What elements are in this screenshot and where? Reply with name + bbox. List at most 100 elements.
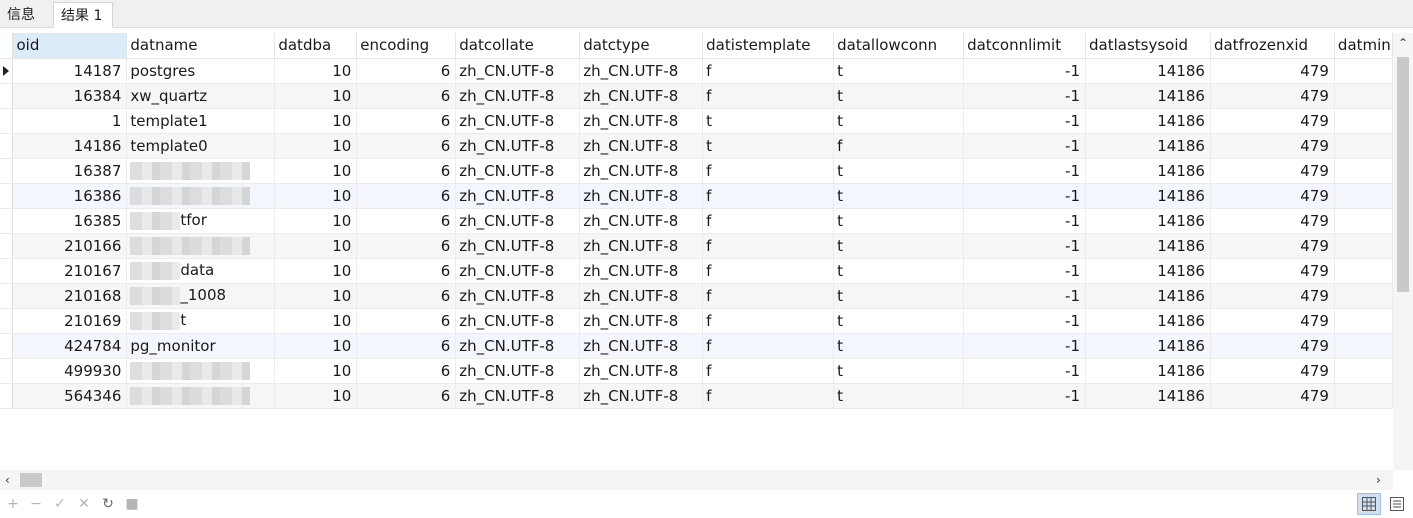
cell-datdba[interactable]: 10 [274, 333, 358, 359]
column-header-encoding[interactable]: encoding [356, 33, 457, 59]
table-row[interactable]: 16385 tfor 10 6 zh_CN.UTF-8 zh_CN.UTF-8 f t -1 14… [0, 208, 1393, 234]
cell-datallowconn[interactable]: t [833, 258, 965, 284]
column-header-datmin[interactable]: datmin [1334, 33, 1393, 59]
cell-datname[interactable] [126, 358, 276, 384]
cell-datconnlimit[interactable]: -1 [963, 183, 1087, 209]
cell-datallowconn[interactable]: t [833, 333, 965, 359]
cell-encoding[interactable]: 6 [356, 383, 457, 409]
cell-datctype[interactable]: zh_CN.UTF-8 [579, 258, 704, 284]
cell-datistemplate[interactable]: f [702, 208, 835, 234]
cell-datdba[interactable]: 10 [274, 83, 358, 109]
cell-encoding[interactable]: 6 [356, 133, 457, 159]
cell-datconnlimit[interactable]: -1 [963, 333, 1087, 359]
remove-icon[interactable]: − [28, 496, 44, 512]
cell-datname[interactable]: template1 [126, 108, 276, 134]
chevron-left-icon[interactable]: ‹ [5, 474, 10, 486]
column-header-datdba[interactable]: datdba [274, 33, 358, 59]
cell-encoding[interactable]: 6 [356, 233, 457, 259]
cell-datcollate[interactable]: zh_CN.UTF-8 [455, 183, 581, 209]
cell-datfrozenxid[interactable]: 479 [1210, 58, 1335, 84]
cell-datlastsysoid[interactable]: 14186 [1085, 233, 1211, 259]
row-header[interactable] [0, 58, 14, 84]
cell-datfrozenxid[interactable]: 479 [1210, 208, 1335, 234]
column-header-datfrozenxid[interactable]: datfrozenxid [1210, 33, 1335, 59]
cell-datctype[interactable]: zh_CN.UTF-8 [579, 83, 704, 109]
cell-datname[interactable]: postgres [126, 58, 276, 84]
cell-oid[interactable]: 16385 [12, 208, 128, 234]
column-header-datistemplate[interactable]: datistemplate [702, 33, 835, 59]
cell-datcollate[interactable]: zh_CN.UTF-8 [455, 333, 581, 359]
cell-datfrozenxid[interactable]: 479 [1210, 133, 1335, 159]
table-row[interactable]: 16387 10 6 zh_CN.UTF-8 zh_CN.UTF-8 f t -1 14186 4… [0, 158, 1393, 184]
cell-datdba[interactable]: 10 [274, 383, 358, 409]
cell-oid[interactable]: 1 [12, 108, 128, 134]
row-header[interactable] [0, 333, 14, 359]
cell-datcollate[interactable]: zh_CN.UTF-8 [455, 158, 581, 184]
vertical-scrollbar[interactable]: ⌃ [1393, 33, 1413, 470]
column-header-datcollate[interactable]: datcollate [455, 33, 581, 59]
column-header-datlastsysoid[interactable]: datlastsysoid [1085, 33, 1211, 59]
table-row[interactable]: 210167 data 10 6 zh_CN.UTF-8 zh_CN.UTF-8 f t -1 1… [0, 258, 1393, 284]
table-row[interactable]: 1 template1 10 6 zh_CN.UTF-8 zh_CN.UTF-8 t t -1 1… [0, 108, 1393, 134]
cell-datname[interactable]: template0 [126, 133, 276, 159]
cell-datmin[interactable] [1334, 358, 1393, 384]
cell-datdba[interactable]: 10 [274, 58, 358, 84]
cell-datcollate[interactable]: zh_CN.UTF-8 [455, 258, 581, 284]
table-row[interactable]: 210166 10 6 zh_CN.UTF-8 zh_CN.UTF-8 f t -1 14186… [0, 233, 1393, 259]
cell-datconnlimit[interactable]: -1 [963, 208, 1087, 234]
table-row[interactable]: 14186 template0 10 6 zh_CN.UTF-8 zh_CN.UTF-8 t… [0, 133, 1393, 159]
refresh-icon[interactable]: ↻ [100, 496, 116, 512]
chevron-right-icon[interactable]: › [1376, 474, 1381, 486]
cell-datdba[interactable]: 10 [274, 133, 358, 159]
cell-datmin[interactable] [1334, 233, 1393, 259]
cell-datlastsysoid[interactable]: 14186 [1085, 158, 1211, 184]
cell-datname[interactable] [126, 233, 276, 259]
cell-datfrozenxid[interactable]: 479 [1210, 108, 1335, 134]
cell-datname[interactable]: xw_quartz [126, 83, 276, 109]
vertical-scroll-thumb[interactable] [1397, 57, 1409, 292]
cell-datistemplate[interactable]: t [702, 108, 835, 134]
tab-result-1[interactable]: 结果 1 [53, 2, 113, 28]
cell-oid[interactable]: 16384 [12, 83, 128, 109]
cell-encoding[interactable]: 6 [356, 283, 457, 309]
cell-datcollate[interactable]: zh_CN.UTF-8 [455, 308, 581, 334]
cell-oid[interactable]: 210167 [12, 258, 128, 284]
cell-datcollate[interactable]: zh_CN.UTF-8 [455, 233, 581, 259]
cell-datistemplate[interactable]: f [702, 283, 835, 309]
cell-datallowconn[interactable]: t [833, 83, 965, 109]
row-header[interactable] [0, 183, 14, 209]
row-header[interactable] [0, 208, 14, 234]
row-header[interactable] [0, 258, 14, 284]
cell-datdba[interactable]: 10 [274, 108, 358, 134]
cell-datname[interactable] [126, 383, 276, 409]
cell-encoding[interactable]: 6 [356, 158, 457, 184]
result-grid[interactable]: oid datname datdba encoding datcollate datcty… [0, 33, 1393, 470]
cell-datmin[interactable] [1334, 83, 1393, 109]
cell-datconnlimit[interactable]: -1 [963, 308, 1087, 334]
cell-datconnlimit[interactable]: -1 [963, 283, 1087, 309]
cell-oid[interactable]: 210169 [12, 308, 128, 334]
cell-datallowconn[interactable]: t [833, 283, 965, 309]
cell-datmin[interactable] [1334, 133, 1393, 159]
table-row[interactable]: 210169 t 10 6 zh_CN.UTF-8 zh_CN.UTF-8 f t -1 1418… [0, 308, 1393, 334]
row-header[interactable] [0, 108, 14, 134]
cell-datname[interactable]: pg_monitor [126, 333, 276, 359]
cell-datctype[interactable]: zh_CN.UTF-8 [579, 283, 704, 309]
cell-datfrozenxid[interactable]: 479 [1210, 358, 1335, 384]
cell-datctype[interactable]: zh_CN.UTF-8 [579, 308, 704, 334]
cell-encoding[interactable]: 6 [356, 358, 457, 384]
cell-datmin[interactable] [1334, 383, 1393, 409]
cell-datallowconn[interactable]: t [833, 108, 965, 134]
grid-view-button[interactable] [1357, 493, 1381, 515]
cell-datctype[interactable]: zh_CN.UTF-8 [579, 233, 704, 259]
cell-datfrozenxid[interactable]: 479 [1210, 308, 1335, 334]
cell-datname[interactable]: data [126, 258, 276, 284]
cell-oid[interactable]: 16387 [12, 158, 128, 184]
form-view-button[interactable] [1385, 493, 1409, 515]
cell-datlastsysoid[interactable]: 14186 [1085, 108, 1211, 134]
cell-datallowconn[interactable]: t [833, 208, 965, 234]
cell-encoding[interactable]: 6 [356, 83, 457, 109]
cell-datfrozenxid[interactable]: 479 [1210, 233, 1335, 259]
cell-oid[interactable]: 14187 [12, 58, 128, 84]
cell-datmin[interactable] [1334, 258, 1393, 284]
